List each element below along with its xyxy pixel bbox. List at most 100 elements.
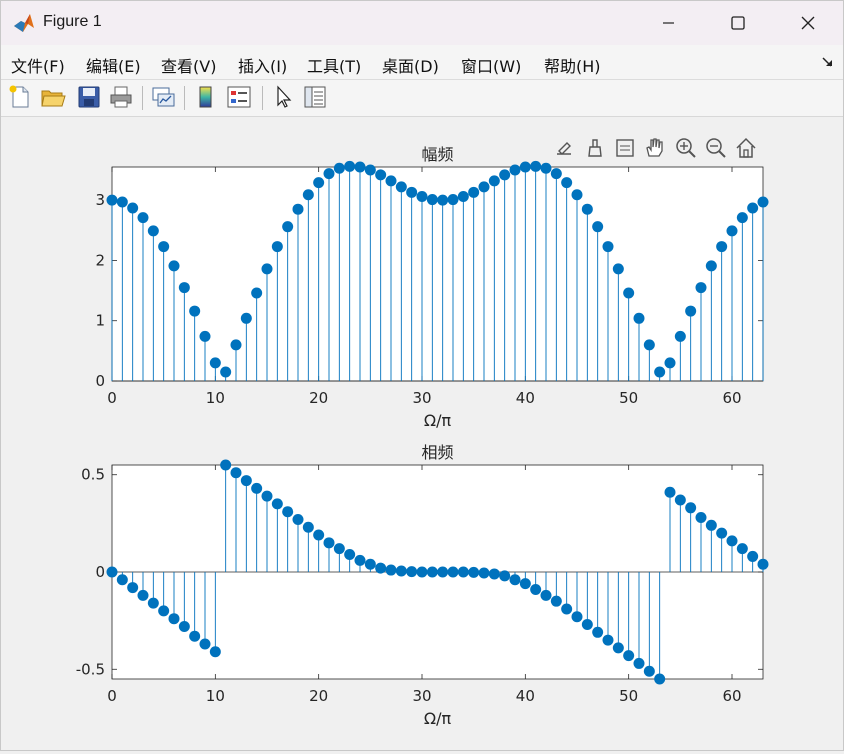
legend-icon[interactable]	[226, 84, 252, 110]
stem-marker[interactable]	[674, 494, 686, 506]
stem-marker[interactable]	[230, 339, 242, 351]
stem-marker[interactable]	[488, 175, 500, 187]
stem-marker[interactable]	[189, 305, 201, 317]
stem-marker[interactable]	[416, 566, 428, 578]
stem-marker[interactable]	[230, 467, 242, 479]
stem-marker[interactable]	[292, 203, 304, 215]
open-file-icon[interactable]	[40, 84, 66, 110]
stem-marker[interactable]	[726, 225, 738, 237]
stem-marker[interactable]	[375, 562, 387, 574]
print-icon[interactable]	[108, 84, 134, 110]
stem-marker[interactable]	[137, 212, 149, 224]
stem-marker[interactable]	[550, 595, 562, 607]
link-plot-icon[interactable]	[150, 84, 176, 110]
stem-marker[interactable]	[695, 282, 707, 294]
stem-marker[interactable]	[674, 330, 686, 342]
stem-marker[interactable]	[251, 482, 263, 494]
stem-marker[interactable]	[581, 619, 593, 631]
stem-marker[interactable]	[499, 570, 511, 582]
stem-marker[interactable]	[550, 168, 562, 180]
stem-marker[interactable]	[240, 475, 252, 487]
edit-plot-icon[interactable]	[271, 84, 297, 110]
stem-marker[interactable]	[302, 189, 314, 201]
stem-marker[interactable]	[406, 566, 418, 578]
brush-icon[interactable]	[588, 139, 602, 157]
stem-marker[interactable]	[416, 191, 428, 203]
stem-marker[interactable]	[127, 202, 139, 214]
stem-marker[interactable]	[116, 196, 128, 208]
stem-marker[interactable]	[209, 646, 221, 658]
stem-marker[interactable]	[261, 263, 273, 275]
stem-marker[interactable]	[468, 186, 480, 198]
stem-marker[interactable]	[137, 589, 149, 601]
stem-marker[interactable]	[592, 221, 604, 233]
stem-marker[interactable]	[623, 287, 635, 299]
stem-marker[interactable]	[664, 357, 676, 369]
stem-marker[interactable]	[561, 177, 573, 189]
stem-marker[interactable]	[437, 566, 449, 578]
axes-1[interactable]: 0 10 20 30 40 50 60 0 1 2 3 幅频 Ω/π	[95, 145, 769, 430]
stem-marker[interactable]	[695, 512, 707, 524]
stem-marker[interactable]	[540, 162, 552, 174]
title-bar[interactable]: Figure 1	[1, 1, 843, 45]
stem-marker[interactable]	[654, 673, 666, 685]
stem-marker[interactable]	[488, 568, 500, 580]
stem-marker[interactable]	[344, 160, 356, 172]
axes-2[interactable]: 0 10 20 30 40 50 60-0.500.5相频Ω/π	[76, 443, 769, 728]
stem-marker[interactable]	[643, 665, 655, 677]
menu-insert[interactable]: 插入(I)	[238, 53, 287, 77]
stem-marker[interactable]	[147, 597, 159, 609]
stem-marker[interactable]	[457, 566, 469, 578]
stem-marker[interactable]	[364, 164, 376, 176]
stem-marker[interactable]	[220, 459, 232, 471]
stem-marker[interactable]	[168, 260, 180, 272]
menu-file[interactable]: 文件(F)	[11, 53, 65, 77]
menu-window[interactable]: 窗口(W)	[461, 53, 521, 77]
stem-marker[interactable]	[271, 241, 283, 253]
stem-marker[interactable]	[581, 203, 593, 215]
zoom-in-icon[interactable]	[676, 138, 696, 158]
colorbar-icon[interactable]	[193, 84, 219, 110]
stem-marker[interactable]	[602, 241, 614, 253]
stem-marker[interactable]	[747, 550, 759, 562]
stem-marker[interactable]	[736, 212, 748, 224]
property-inspector-icon[interactable]	[302, 84, 328, 110]
stem-marker[interactable]	[633, 657, 645, 669]
stem-marker[interactable]	[168, 613, 180, 625]
zoom-out-icon[interactable]	[706, 138, 726, 158]
new-figure-icon[interactable]	[7, 84, 33, 110]
stem-marker[interactable]	[592, 626, 604, 638]
stem-marker[interactable]	[726, 535, 738, 547]
plot-area[interactable]: 0 10 20 30 40 50 600123幅频Ω/π0 10 20 30 40 50 60-0.50…	[1, 117, 843, 750]
stem-marker[interactable]	[385, 564, 397, 576]
stem-marker[interactable]	[499, 169, 511, 181]
stem-marker[interactable]	[209, 357, 221, 369]
home-icon[interactable]	[736, 137, 756, 158]
stem-marker[interactable]	[705, 260, 717, 272]
stem-marker[interactable]	[519, 161, 531, 173]
stem-marker[interactable]	[426, 194, 438, 206]
stem-marker[interactable]	[478, 567, 490, 579]
stem-marker[interactable]	[457, 191, 469, 203]
stem-marker[interactable]	[478, 181, 490, 193]
stem-marker[interactable]	[385, 175, 397, 187]
stem-marker[interactable]	[344, 548, 356, 560]
stem-marker[interactable]	[519, 578, 531, 590]
data-tips-icon[interactable]	[557, 142, 571, 155]
stem-marker[interactable]	[633, 312, 645, 324]
stem-marker[interactable]	[757, 558, 769, 570]
stem-marker[interactable]	[106, 194, 118, 206]
menu-tools[interactable]: 工具(T)	[307, 53, 361, 77]
stem-marker[interactable]	[364, 558, 376, 570]
stem-marker[interactable]	[395, 565, 407, 577]
figure-canvas[interactable]: 0 10 20 30 40 50 60 0 1 2 3 幅频 Ω/π 0 10 20 30 40 50 60 -0.5 0…	[1, 117, 843, 750]
stem-marker[interactable]	[251, 287, 263, 299]
stem-marker[interactable]	[282, 506, 294, 518]
stem-marker[interactable]	[509, 164, 521, 176]
stem-marker[interactable]	[705, 519, 717, 531]
stem-marker[interactable]	[716, 527, 728, 539]
stem-marker[interactable]	[612, 263, 624, 275]
stem-marker[interactable]	[116, 574, 128, 586]
stem-marker[interactable]	[437, 194, 449, 206]
stem-marker[interactable]	[333, 543, 345, 555]
